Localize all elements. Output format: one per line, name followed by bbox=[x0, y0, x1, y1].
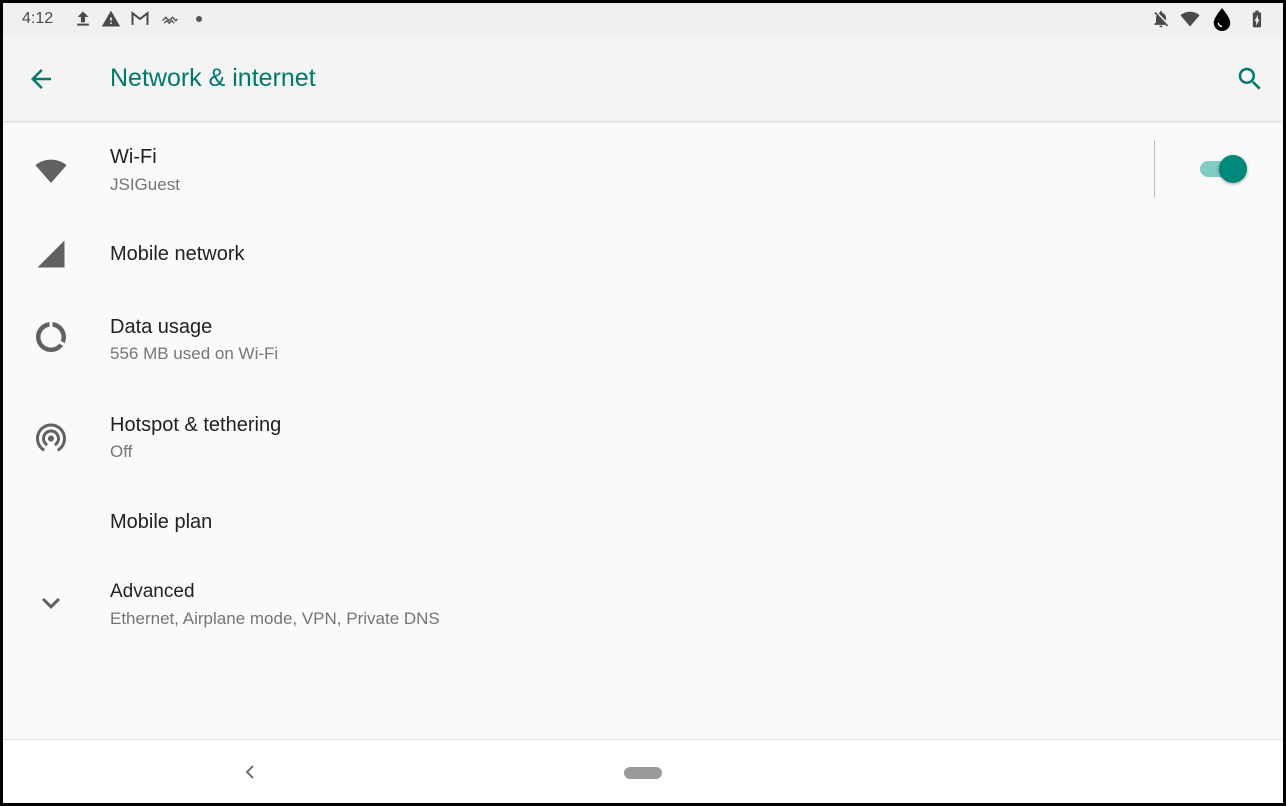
settings-row-wifi[interactable]: Wi-Fi JSIGuest bbox=[3, 123, 1283, 219]
row-subtitle: 556 MB used on Wi-Fi bbox=[110, 344, 279, 363]
nav-back-icon bbox=[245, 765, 254, 779]
settings-row-mobile-plan[interactable]: Mobile plan bbox=[3, 485, 1283, 555]
settings-row-hotspot[interactable]: Hotspot & tethering Off bbox=[3, 385, 1283, 485]
signal-icon bbox=[33, 236, 69, 272]
row-title: Wi-Fi bbox=[110, 146, 157, 168]
notifications-off-icon bbox=[1151, 9, 1171, 29]
wifi-signal-icon bbox=[1180, 9, 1200, 29]
status-bar: 4:12 bbox=[3, 3, 1283, 36]
row-title: Mobile plan bbox=[110, 511, 213, 533]
row-subtitle: Off bbox=[110, 442, 133, 461]
search-icon bbox=[1238, 67, 1261, 90]
app-bar: Network & internet bbox=[3, 36, 1283, 122]
warning-icon bbox=[101, 9, 121, 29]
notification-dot bbox=[196, 16, 202, 22]
nav-back-button[interactable] bbox=[240, 760, 260, 784]
settings-row-advanced[interactable]: Advanced Ethernet, Airplane mode, VPN, P… bbox=[3, 555, 1283, 651]
battery-icon bbox=[1247, 9, 1267, 29]
row-subtitle: JSIGuest bbox=[110, 175, 180, 194]
page-title: Network & internet bbox=[110, 64, 316, 92]
settings-row-mobile-network[interactable]: Mobile network bbox=[3, 219, 1283, 289]
hotspot-icon bbox=[33, 419, 69, 455]
upload-icon bbox=[73, 9, 93, 29]
row-title: Data usage bbox=[110, 316, 213, 338]
settings-row-data-usage[interactable]: Data usage 556 MB used on Wi-Fi bbox=[3, 289, 1283, 385]
sync-icon bbox=[160, 9, 180, 29]
row-title: Hotspot & tethering bbox=[110, 414, 282, 436]
drop-icon bbox=[1211, 7, 1233, 33]
arrow-back-icon bbox=[31, 69, 51, 89]
toggle-thumb bbox=[1219, 155, 1247, 183]
home-button[interactable] bbox=[624, 767, 662, 779]
search-button[interactable] bbox=[1235, 64, 1265, 94]
wifi-icon bbox=[33, 153, 69, 189]
gmail-icon bbox=[130, 9, 150, 29]
wifi-toggle[interactable] bbox=[1198, 154, 1248, 184]
row-divider bbox=[1154, 140, 1155, 197]
screen: 4:12 Network & internet Wi-Fi JSIGuest M… bbox=[3, 3, 1283, 803]
data-usage-icon bbox=[33, 319, 69, 355]
chevron-down-icon bbox=[33, 585, 69, 621]
status-time: 4:12 bbox=[22, 10, 54, 27]
row-title: Mobile network bbox=[110, 243, 245, 265]
row-subtitle: Ethernet, Airplane mode, VPN, Private DN… bbox=[110, 609, 440, 628]
back-button[interactable] bbox=[26, 64, 56, 94]
navigation-bar bbox=[3, 739, 1283, 803]
row-title: Advanced bbox=[110, 581, 195, 602]
